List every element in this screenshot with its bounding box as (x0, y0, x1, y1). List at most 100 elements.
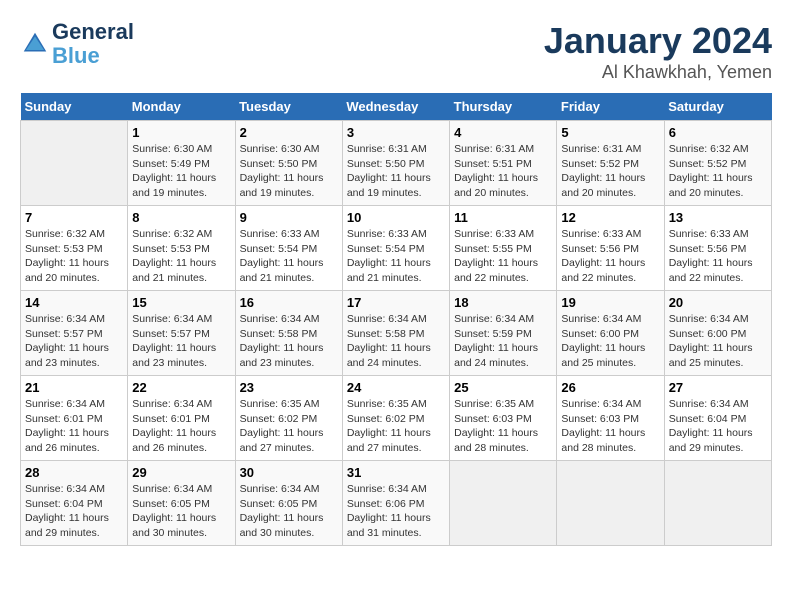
day-cell: 6 Sunrise: 6:32 AMSunset: 5:52 PMDaylight… (664, 121, 771, 206)
day-info: Sunrise: 6:34 AMSunset: 6:06 PMDaylight:… (347, 482, 445, 541)
day-number: 30 (240, 465, 338, 480)
header-cell-monday: Monday (128, 93, 235, 121)
day-info: Sunrise: 6:31 AMSunset: 5:52 PMDaylight:… (561, 142, 659, 201)
day-cell (664, 461, 771, 546)
day-info: Sunrise: 6:34 AMSunset: 6:00 PMDaylight:… (669, 312, 767, 371)
day-info: Sunrise: 6:33 AMSunset: 5:55 PMDaylight:… (454, 227, 552, 286)
day-info: Sunrise: 6:33 AMSunset: 5:56 PMDaylight:… (669, 227, 767, 286)
day-cell: 29 Sunrise: 6:34 AMSunset: 6:05 PMDayligh… (128, 461, 235, 546)
day-number: 3 (347, 125, 445, 140)
day-number: 5 (561, 125, 659, 140)
day-cell (557, 461, 664, 546)
header-cell-tuesday: Tuesday (235, 93, 342, 121)
day-number: 25 (454, 380, 552, 395)
day-info: Sunrise: 6:34 AMSunset: 5:58 PMDaylight:… (347, 312, 445, 371)
day-number: 19 (561, 295, 659, 310)
header-cell-thursday: Thursday (450, 93, 557, 121)
header-cell-sunday: Sunday (21, 93, 128, 121)
day-number: 18 (454, 295, 552, 310)
month-title: January 2024 (544, 20, 772, 62)
day-number: 22 (132, 380, 230, 395)
day-cell (450, 461, 557, 546)
day-info: Sunrise: 6:34 AMSunset: 6:04 PMDaylight:… (669, 397, 767, 456)
day-info: Sunrise: 6:33 AMSunset: 5:56 PMDaylight:… (561, 227, 659, 286)
day-cell: 28 Sunrise: 6:34 AMSunset: 6:04 PMDayligh… (21, 461, 128, 546)
day-info: Sunrise: 6:34 AMSunset: 5:57 PMDaylight:… (25, 312, 123, 371)
day-number: 4 (454, 125, 552, 140)
day-cell: 19 Sunrise: 6:34 AMSunset: 6:00 PMDayligh… (557, 291, 664, 376)
day-info: Sunrise: 6:30 AMSunset: 5:50 PMDaylight:… (240, 142, 338, 201)
week-row-3: 14Sunrise: 6:34 AMSunset: 5:57 PMDayligh… (21, 291, 772, 376)
day-cell: 1 Sunrise: 6:30 AMSunset: 5:49 PMDaylight… (128, 121, 235, 206)
day-number: 21 (25, 380, 123, 395)
day-number: 17 (347, 295, 445, 310)
day-cell: 30 Sunrise: 6:34 AMSunset: 6:05 PMDayligh… (235, 461, 342, 546)
calendar-table: SundayMondayTuesdayWednesdayThursdayFrid… (20, 93, 772, 546)
day-cell: 3 Sunrise: 6:31 AMSunset: 5:50 PMDaylight… (342, 121, 449, 206)
day-cell: 9Sunrise: 6:33 AMSunset: 5:54 PMDaylight… (235, 206, 342, 291)
day-cell: 15 Sunrise: 6:34 AMSunset: 5:57 PMDayligh… (128, 291, 235, 376)
day-info: Sunrise: 6:33 AMSunset: 5:54 PMDaylight:… (347, 227, 445, 286)
day-info: Sunrise: 6:34 AMSunset: 6:01 PMDaylight:… (132, 397, 230, 456)
day-cell: 24Sunrise: 6:35 AMSunset: 6:02 PMDayligh… (342, 376, 449, 461)
day-cell: 23 Sunrise: 6:35 AMSunset: 6:02 PMDayligh… (235, 376, 342, 461)
day-number: 27 (669, 380, 767, 395)
day-number: 12 (561, 210, 659, 225)
day-info: Sunrise: 6:35 AMSunset: 6:03 PMDaylight:… (454, 397, 552, 456)
day-cell: 5 Sunrise: 6:31 AMSunset: 5:52 PMDaylight… (557, 121, 664, 206)
day-number: 11 (454, 210, 552, 225)
week-row-1: 1 Sunrise: 6:30 AMSunset: 5:49 PMDaylight… (21, 121, 772, 206)
day-info: Sunrise: 6:34 AMSunset: 5:59 PMDaylight:… (454, 312, 552, 371)
day-cell: 10 Sunrise: 6:33 AMSunset: 5:54 PMDayligh… (342, 206, 449, 291)
day-info: Sunrise: 6:34 AMSunset: 5:58 PMDaylight:… (240, 312, 338, 371)
day-info: Sunrise: 6:30 AMSunset: 5:49 PMDaylight:… (132, 142, 230, 201)
day-cell: 7 Sunrise: 6:32 AMSunset: 5:53 PMDaylight… (21, 206, 128, 291)
day-number: 29 (132, 465, 230, 480)
day-cell: 20 Sunrise: 6:34 AMSunset: 6:00 PMDayligh… (664, 291, 771, 376)
day-number: 7 (25, 210, 123, 225)
header-cell-friday: Friday (557, 93, 664, 121)
day-info: Sunrise: 6:34 AMSunset: 6:04 PMDaylight:… (25, 482, 123, 541)
day-cell: 26Sunrise: 6:34 AMSunset: 6:03 PMDayligh… (557, 376, 664, 461)
day-number: 24 (347, 380, 445, 395)
day-cell: 11 Sunrise: 6:33 AMSunset: 5:55 PMDayligh… (450, 206, 557, 291)
day-number: 2 (240, 125, 338, 140)
day-number: 16 (240, 295, 338, 310)
day-number: 6 (669, 125, 767, 140)
day-cell: 13Sunrise: 6:33 AMSunset: 5:56 PMDayligh… (664, 206, 771, 291)
day-cell: 2 Sunrise: 6:30 AMSunset: 5:50 PMDaylight… (235, 121, 342, 206)
page-header: General Blue January 2024 Al Khawkhah, Y… (20, 20, 772, 83)
logo-line1: General (52, 20, 134, 44)
logo-icon (20, 29, 50, 59)
day-number: 8 (132, 210, 230, 225)
day-info: Sunrise: 6:32 AMSunset: 5:53 PMDaylight:… (132, 227, 230, 286)
day-cell: 16 Sunrise: 6:34 AMSunset: 5:58 PMDayligh… (235, 291, 342, 376)
day-number: 10 (347, 210, 445, 225)
day-number: 1 (132, 125, 230, 140)
day-info: Sunrise: 6:34 AMSunset: 6:00 PMDaylight:… (561, 312, 659, 371)
day-info: Sunrise: 6:31 AMSunset: 5:51 PMDaylight:… (454, 142, 552, 201)
day-info: Sunrise: 6:32 AMSunset: 5:52 PMDaylight:… (669, 142, 767, 201)
calendar-header-row: SundayMondayTuesdayWednesdayThursdayFrid… (21, 93, 772, 121)
day-number: 15 (132, 295, 230, 310)
day-number: 20 (669, 295, 767, 310)
day-cell: 17 Sunrise: 6:34 AMSunset: 5:58 PMDayligh… (342, 291, 449, 376)
day-number: 23 (240, 380, 338, 395)
logo-line2: Blue (52, 44, 134, 68)
header-cell-wednesday: Wednesday (342, 93, 449, 121)
day-info: Sunrise: 6:34 AMSunset: 6:05 PMDaylight:… (132, 482, 230, 541)
day-cell: 22 Sunrise: 6:34 AMSunset: 6:01 PMDayligh… (128, 376, 235, 461)
day-cell: 21Sunrise: 6:34 AMSunset: 6:01 PMDayligh… (21, 376, 128, 461)
day-cell: 27 Sunrise: 6:34 AMSunset: 6:04 PMDayligh… (664, 376, 771, 461)
day-cell: 18 Sunrise: 6:34 AMSunset: 5:59 PMDayligh… (450, 291, 557, 376)
day-info: Sunrise: 6:34 AMSunset: 6:05 PMDaylight:… (240, 482, 338, 541)
day-info: Sunrise: 6:31 AMSunset: 5:50 PMDaylight:… (347, 142, 445, 201)
day-cell: 25 Sunrise: 6:35 AMSunset: 6:03 PMDayligh… (450, 376, 557, 461)
day-cell: 14Sunrise: 6:34 AMSunset: 5:57 PMDayligh… (21, 291, 128, 376)
day-info: Sunrise: 6:34 AMSunset: 5:57 PMDaylight:… (132, 312, 230, 371)
day-number: 28 (25, 465, 123, 480)
week-row-2: 7 Sunrise: 6:32 AMSunset: 5:53 PMDaylight… (21, 206, 772, 291)
day-info: Sunrise: 6:32 AMSunset: 5:53 PMDaylight:… (25, 227, 123, 286)
day-info: Sunrise: 6:35 AMSunset: 6:02 PMDaylight:… (240, 397, 338, 456)
logo: General Blue (20, 20, 134, 68)
